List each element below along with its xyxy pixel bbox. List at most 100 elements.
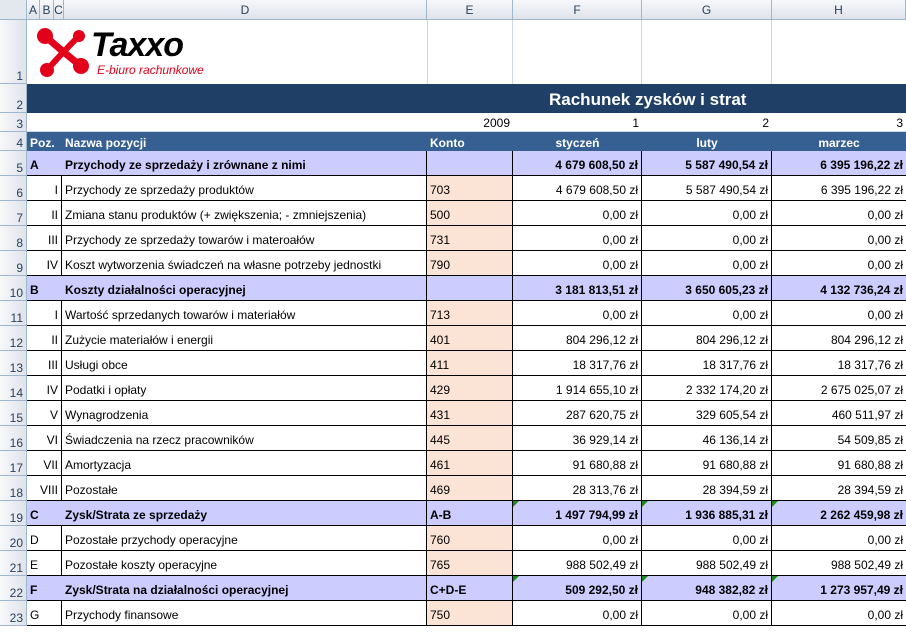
item-name-cell[interactable]: Przychody ze sprzedaży i zrównane z nimi <box>62 151 427 175</box>
styczen-value-cell[interactable]: 804 296,12 zł <box>513 326 642 350</box>
row-header[interactable]: 13 <box>0 351 27 376</box>
styczen-value-cell[interactable]: 988 502,49 zł <box>513 551 642 575</box>
marzec-value-cell[interactable]: 2 262 459,98 zł <box>772 501 906 525</box>
luty-value-cell[interactable]: 91 680,88 zł <box>642 451 772 475</box>
item-name-cell[interactable]: Amortyzacja <box>62 451 427 475</box>
position-cell[interactable]: VIII <box>27 476 62 500</box>
styczen-value-cell[interactable]: 36 929,14 zł <box>513 426 642 450</box>
row-header[interactable]: 16 <box>0 426 27 451</box>
styczen-value-cell[interactable]: 0,00 zł <box>513 601 642 625</box>
row-header[interactable]: 23 <box>0 601 27 626</box>
luty-value-cell[interactable]: 804 296,12 zł <box>642 326 772 350</box>
row-header[interactable]: 12 <box>0 326 27 351</box>
position-cell[interactable]: VII <box>27 451 62 475</box>
row-header[interactable]: 19 <box>0 501 27 526</box>
row-header[interactable]: 22 <box>0 576 27 601</box>
marzec-value-cell[interactable]: 1 273 957,49 zł <box>772 576 906 600</box>
row-header[interactable]: 10 <box>0 276 27 301</box>
marzec-value-cell[interactable]: 804 296,12 zł <box>772 326 906 350</box>
position-cell[interactable]: II <box>27 326 62 350</box>
position-cell[interactable]: D <box>27 526 62 550</box>
item-name-cell[interactable]: Pozostałe koszty operacyjne <box>62 551 427 575</box>
item-name-cell[interactable]: Pozostałe przychody operacyjne <box>62 526 427 550</box>
konto-cell[interactable]: 401 <box>427 326 513 350</box>
styczen-value-cell[interactable]: 509 292,50 zł <box>513 576 642 600</box>
row-header[interactable]: 8 <box>0 226 27 251</box>
row-header[interactable]: 21 <box>0 551 27 576</box>
marzec-value-cell[interactable]: 460 511,97 zł <box>772 401 906 425</box>
column-header-G[interactable]: G <box>642 0 772 20</box>
marzec-value-cell[interactable]: 0,00 zł <box>772 201 906 225</box>
item-name-cell[interactable]: Przychody ze sprzedaży towarów i materoa… <box>62 226 427 250</box>
marzec-value-cell[interactable]: 54 509,85 zł <box>772 426 906 450</box>
luty-value-cell[interactable]: 0,00 zł <box>642 226 772 250</box>
styczen-value-cell[interactable]: 0,00 zł <box>513 526 642 550</box>
styczen-value-cell[interactable]: 0,00 zł <box>513 301 642 325</box>
position-cell[interactable]: I <box>27 176 62 200</box>
item-name-cell[interactable]: Zysk/Strata ze sprzedaży <box>62 501 427 525</box>
luty-value-cell[interactable]: 1 936 885,31 zł <box>642 501 772 525</box>
luty-value-cell[interactable]: 948 382,82 zł <box>642 576 772 600</box>
luty-value-cell[interactable]: 0,00 zł <box>642 601 772 625</box>
row-header[interactable]: 15 <box>0 401 27 426</box>
row-header[interactable]: 18 <box>0 476 27 501</box>
select-all-corner[interactable] <box>0 0 27 20</box>
header-nazwa[interactable]: Nazwa pozycji <box>62 132 427 151</box>
konto-cell[interactable]: 469 <box>427 476 513 500</box>
item-name-cell[interactable]: Koszty działalności operacyjnej <box>62 276 427 300</box>
item-name-cell[interactable]: Wynagrodzenia <box>62 401 427 425</box>
luty-value-cell[interactable]: 2 332 174,20 zł <box>642 376 772 400</box>
luty-value-cell[interactable]: 0,00 zł <box>642 301 772 325</box>
column-header-F[interactable]: F <box>513 0 642 20</box>
position-cell[interactable]: III <box>27 226 62 250</box>
header-poz[interactable]: Poz. <box>27 132 62 151</box>
konto-cell[interactable] <box>427 276 513 300</box>
luty-value-cell[interactable]: 18 317,76 zł <box>642 351 772 375</box>
column-header-H[interactable]: H <box>772 0 906 20</box>
row-header[interactable]: 5 <box>0 151 27 176</box>
styczen-value-cell[interactable]: 1 497 794,99 zł <box>513 501 642 525</box>
item-name-cell[interactable]: Koszt wytworzenia świadczeń na własne po… <box>62 251 427 275</box>
konto-cell[interactable] <box>427 151 513 175</box>
luty-value-cell[interactable]: 0,00 zł <box>642 201 772 225</box>
row-header[interactable]: 14 <box>0 376 27 401</box>
item-name-cell[interactable]: Przychody ze sprzedaży produktów <box>62 176 427 200</box>
luty-value-cell[interactable]: 0,00 zł <box>642 526 772 550</box>
header-luty[interactable]: luty <box>642 132 772 151</box>
konto-cell[interactable]: 713 <box>427 301 513 325</box>
styczen-value-cell[interactable]: 1 914 655,10 zł <box>513 376 642 400</box>
row-header[interactable]: 7 <box>0 201 27 226</box>
item-name-cell[interactable]: Pozostałe <box>62 476 427 500</box>
year-cell[interactable]: 2009 <box>427 113 513 131</box>
item-name-cell[interactable]: Usługi obce <box>62 351 427 375</box>
item-name-cell[interactable]: Świadczenia na rzecz pracowników <box>62 426 427 450</box>
position-cell[interactable]: F <box>27 576 62 600</box>
marzec-value-cell[interactable]: 91 680,88 zł <box>772 451 906 475</box>
marzec-value-cell[interactable]: 6 395 196,22 zł <box>772 176 906 200</box>
column-header-E[interactable]: E <box>427 0 513 20</box>
konto-cell[interactable]: C+D-E <box>427 576 513 600</box>
marzec-value-cell[interactable]: 28 394,59 zł <box>772 476 906 500</box>
row-header[interactable]: 1 <box>0 20 27 84</box>
month-3-cell[interactable]: 3 <box>772 113 906 131</box>
marzec-value-cell[interactable]: 2 675 025,07 zł <box>772 376 906 400</box>
column-header-A[interactable]: A <box>27 0 40 20</box>
konto-cell[interactable]: 703 <box>427 176 513 200</box>
row-header[interactable]: 3 <box>0 113 27 132</box>
position-cell[interactable]: B <box>27 276 62 300</box>
styczen-value-cell[interactable]: 4 679 608,50 zł <box>513 151 642 175</box>
item-name-cell[interactable]: Zmiana stanu produktów (+ zwiększenia; -… <box>62 201 427 225</box>
styczen-value-cell[interactable]: 91 680,88 zł <box>513 451 642 475</box>
konto-cell[interactable]: 445 <box>427 426 513 450</box>
row-header[interactable]: 17 <box>0 451 27 476</box>
marzec-value-cell[interactable]: 0,00 zł <box>772 251 906 275</box>
konto-cell[interactable]: 429 <box>427 376 513 400</box>
row-header[interactable]: 9 <box>0 251 27 276</box>
item-name-cell[interactable]: Zużycie materiałów i energii <box>62 326 427 350</box>
luty-value-cell[interactable]: 329 605,54 zł <box>642 401 772 425</box>
item-name-cell[interactable]: Podatki i opłaty <box>62 376 427 400</box>
header-marzec[interactable]: marzec <box>772 132 906 151</box>
luty-value-cell[interactable]: 3 650 605,23 zł <box>642 276 772 300</box>
month-1-cell[interactable]: 1 <box>513 113 642 131</box>
month-2-cell[interactable]: 2 <box>642 113 772 131</box>
